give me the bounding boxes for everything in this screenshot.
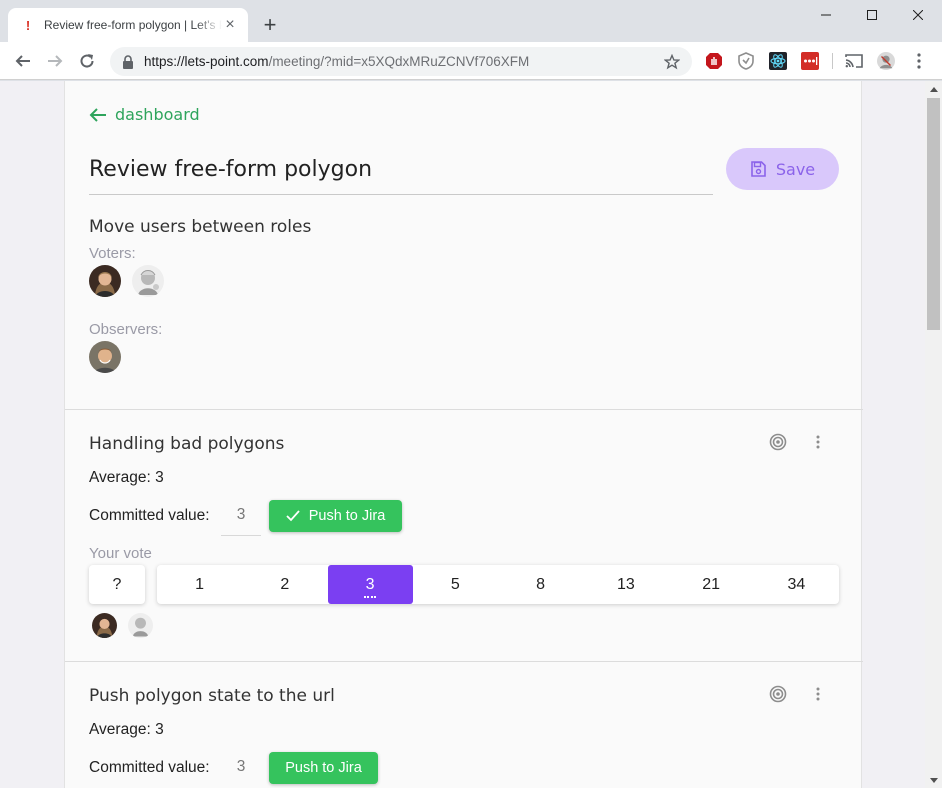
tab-strip: ! Review free-form polygon | Let's Point… xyxy=(0,0,942,42)
committed-value-label: Committed value: xyxy=(89,507,210,524)
browser-tab[interactable]: ! Review free-form polygon | Let's Point… xyxy=(8,8,248,42)
back-arrow-icon[interactable] xyxy=(10,48,36,74)
url-path: /meeting/?mid=x5XQdxMRuZCNVf706XFM xyxy=(268,54,530,69)
story-title[interactable]: Handling bad polygons xyxy=(89,434,284,454)
lastpass-extension-icon[interactable] xyxy=(801,52,819,70)
push-to-jira-label: Push to Jira xyxy=(285,760,362,776)
vote-option[interactable]: 8 xyxy=(498,565,583,604)
scroll-down-arrow-icon[interactable] xyxy=(925,772,942,788)
meeting-title-input[interactable]: Review free-form polygon xyxy=(89,153,713,182)
vote-option[interactable]: 21 xyxy=(669,565,754,604)
window-close-button[interactable] xyxy=(894,0,942,30)
voted-avatar xyxy=(92,613,117,638)
voters-label: Voters: xyxy=(89,245,136,262)
story-title[interactable]: Push polygon state to the url xyxy=(89,686,335,706)
story-average: Average: 3 xyxy=(89,721,164,738)
url-host: https://lets-point.com xyxy=(144,54,269,69)
tab-close-icon[interactable]: × xyxy=(222,17,238,33)
window-maximize-button[interactable] xyxy=(848,0,896,30)
page-viewport: dashboard Review free-form polygon Save … xyxy=(0,81,925,788)
lock-icon xyxy=(122,54,136,69)
floppy-disk-icon xyxy=(751,161,766,177)
profile-avatar-icon[interactable] xyxy=(877,52,895,70)
dashboard-link[interactable]: dashboard xyxy=(89,105,200,124)
push-to-jira-button[interactable]: Push to Jira xyxy=(269,500,402,532)
address-bar[interactable]: https://lets-point.com/meeting/?mid=x5XQ… xyxy=(110,47,692,76)
bookmark-star-icon[interactable] xyxy=(664,53,682,70)
browser-toolbar: https://lets-point.com/meeting/?mid=x5XQ… xyxy=(0,42,942,80)
dashboard-link-label: dashboard xyxy=(115,105,200,124)
committed-value-input[interactable]: 3 xyxy=(221,500,261,536)
voted-avatar xyxy=(128,613,153,638)
arrow-left-icon xyxy=(89,107,106,122)
meeting-card: dashboard Review free-form polygon Save … xyxy=(64,81,863,788)
target-icon[interactable] xyxy=(767,683,789,705)
toolbar-separator xyxy=(832,53,833,69)
target-icon[interactable] xyxy=(767,431,789,453)
observer-avatar[interactable] xyxy=(89,341,121,373)
vote-option-selected[interactable]: 3 xyxy=(327,565,413,604)
section-divider xyxy=(65,661,863,662)
committed-value-input[interactable]: 3 xyxy=(221,752,261,788)
window-minimize-button[interactable] xyxy=(802,0,850,30)
browser-menu-icon[interactable] xyxy=(910,52,928,70)
save-button[interactable]: Save xyxy=(726,148,839,190)
story-average: Average: 3 xyxy=(89,469,164,486)
ublock-extension-icon[interactable] xyxy=(705,52,723,70)
tab-favicon-icon: ! xyxy=(25,17,31,33)
cast-icon[interactable] xyxy=(845,52,863,70)
roles-heading: Move users between roles xyxy=(89,217,312,237)
vote-option[interactable]: 5 xyxy=(413,565,498,604)
forward-arrow-icon[interactable] xyxy=(42,48,68,74)
your-vote-label: Your vote xyxy=(89,545,152,562)
check-icon xyxy=(286,510,300,522)
push-to-jira-label: Push to Jira xyxy=(308,508,386,524)
vote-option[interactable]: 13 xyxy=(583,565,668,604)
voter-avatar[interactable] xyxy=(89,265,121,297)
section-divider xyxy=(65,409,863,410)
scroll-up-arrow-icon[interactable] xyxy=(925,81,942,97)
vote-option[interactable]: 2 xyxy=(242,565,327,604)
vote-option-unknown[interactable]: ? xyxy=(89,565,145,604)
url-text: https://lets-point.com/meeting/?mid=x5XQ… xyxy=(144,54,664,69)
reload-icon[interactable] xyxy=(74,48,100,74)
shield-extension-icon[interactable] xyxy=(737,52,755,70)
vote-option[interactable]: 34 xyxy=(754,565,839,604)
observers-label: Observers: xyxy=(89,321,163,338)
react-devtools-icon[interactable] xyxy=(769,52,787,70)
save-button-label: Save xyxy=(775,159,816,179)
new-tab-button[interactable]: + xyxy=(258,14,282,38)
scrollbar-thumb[interactable] xyxy=(927,98,940,330)
vote-option[interactable]: 1 xyxy=(157,565,242,604)
tab-title: Review free-form polygon | Let's Point xyxy=(44,18,222,32)
vote-options: 1 2 3 5 8 13 21 34 xyxy=(157,565,839,604)
voter-avatar[interactable] xyxy=(132,265,164,297)
more-vert-icon[interactable] xyxy=(807,431,829,453)
page-scrollbar[interactable] xyxy=(925,81,942,788)
push-to-jira-button[interactable]: Push to Jira xyxy=(269,752,378,784)
more-vert-icon[interactable] xyxy=(807,683,829,705)
meeting-title-field[interactable]: Review free-form polygon xyxy=(89,153,713,195)
committed-value-label: Committed value: xyxy=(89,759,210,776)
